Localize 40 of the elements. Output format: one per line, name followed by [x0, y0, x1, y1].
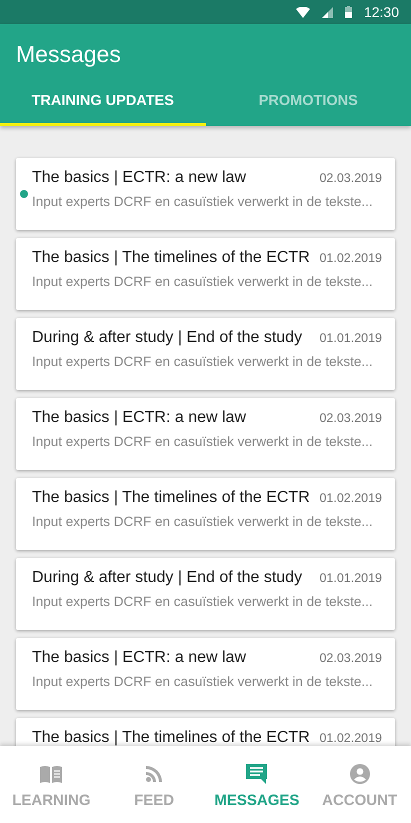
message-title: The basics | ECTR: a new law	[32, 169, 246, 187]
book-icon	[40, 765, 62, 783]
message-title: The basics | ECTR: a new law	[32, 649, 246, 667]
message-title: The basics | The timelines of the ECTR	[32, 729, 310, 746]
message-card[interactable]: The basics | The timelines of the ECTR 01.02.2019 Input experts DCRF en casuïstiek verwerkt in de tekste...	[16, 238, 395, 310]
battery-icon	[344, 6, 352, 18]
feed-icon	[146, 766, 162, 782]
message-date: 01.02.2019	[319, 491, 382, 505]
message-card[interactable]: The basics | The timelines of the ECTR 01.02.2019 Input experts DCRF en casuïstiek verwerkt in de tekste...	[16, 478, 395, 550]
message-card[interactable]: The basics | The timelines of the ECTR 01.02.2019	[16, 718, 395, 746]
message-title: The basics | The timelines of the ECTR	[32, 249, 310, 267]
message-date: 01.01.2019	[319, 331, 382, 345]
message-icon	[246, 764, 268, 784]
message-date: 01.02.2019	[319, 251, 382, 265]
message-preview: Input experts DCRF en casuïstiek verwerkt in de tekste...	[32, 674, 374, 689]
signal-icon	[322, 6, 333, 18]
message-preview: Input experts DCRF en casuïstiek verwerkt in de tekste...	[32, 514, 374, 529]
message-date: 02.03.2019	[319, 651, 382, 665]
account-icon	[350, 764, 370, 784]
message-card[interactable]: The basics | ECTR: a new law 02.03.2019 Input experts DCRF en casuïstiek verwerkt in de tekste...	[16, 158, 395, 230]
message-card[interactable]: During & after study | End of the study 01.01.2019 Input experts DCRF en casuïstiek verwerkt in de tekste...	[16, 558, 395, 630]
message-card[interactable]: The basics | ECTR: a new law 02.03.2019 Input experts DCRF en casuïstiek verwerkt in de tekste...	[16, 398, 395, 470]
message-title: During & after study | End of the study	[32, 569, 302, 587]
message-title: During & after study | End of the study	[32, 329, 302, 347]
wifi-icon	[296, 6, 310, 18]
message-title: The basics | The timelines of the ECTR	[32, 489, 310, 507]
message-preview: Input experts DCRF en casuïstiek verwerkt in de tekste...	[32, 194, 374, 209]
screen-title: Messages	[15, 40, 122, 69]
message-date: 02.03.2019	[319, 171, 382, 185]
message-date: 01.01.2019	[319, 571, 382, 585]
message-preview: Input experts DCRF en casuïstiek verwerkt in de tekste...	[32, 274, 374, 289]
message-preview: Input experts DCRF en casuïstiek verwerkt in de tekste...	[32, 434, 374, 449]
status-time: 12:30	[364, 4, 399, 20]
message-date: 02.03.2019	[319, 411, 382, 425]
message-title: The basics | ECTR: a new law	[32, 409, 246, 427]
message-date: 01.02.2019	[319, 731, 382, 745]
message-preview: Input experts DCRF en casuïstiek verwerkt in de tekste...	[32, 354, 374, 369]
message-card[interactable]: During & after study | End of the study 01.01.2019 Input experts DCRF en casuïstiek verwerkt in de tekste...	[16, 318, 395, 390]
message-preview: Input experts DCRF en casuïstiek verwerkt in de tekste...	[32, 594, 374, 609]
message-card[interactable]: The basics | ECTR: a new law 02.03.2019 Input experts DCRF en casuïstiek verwerkt in de tekste...	[16, 638, 395, 710]
